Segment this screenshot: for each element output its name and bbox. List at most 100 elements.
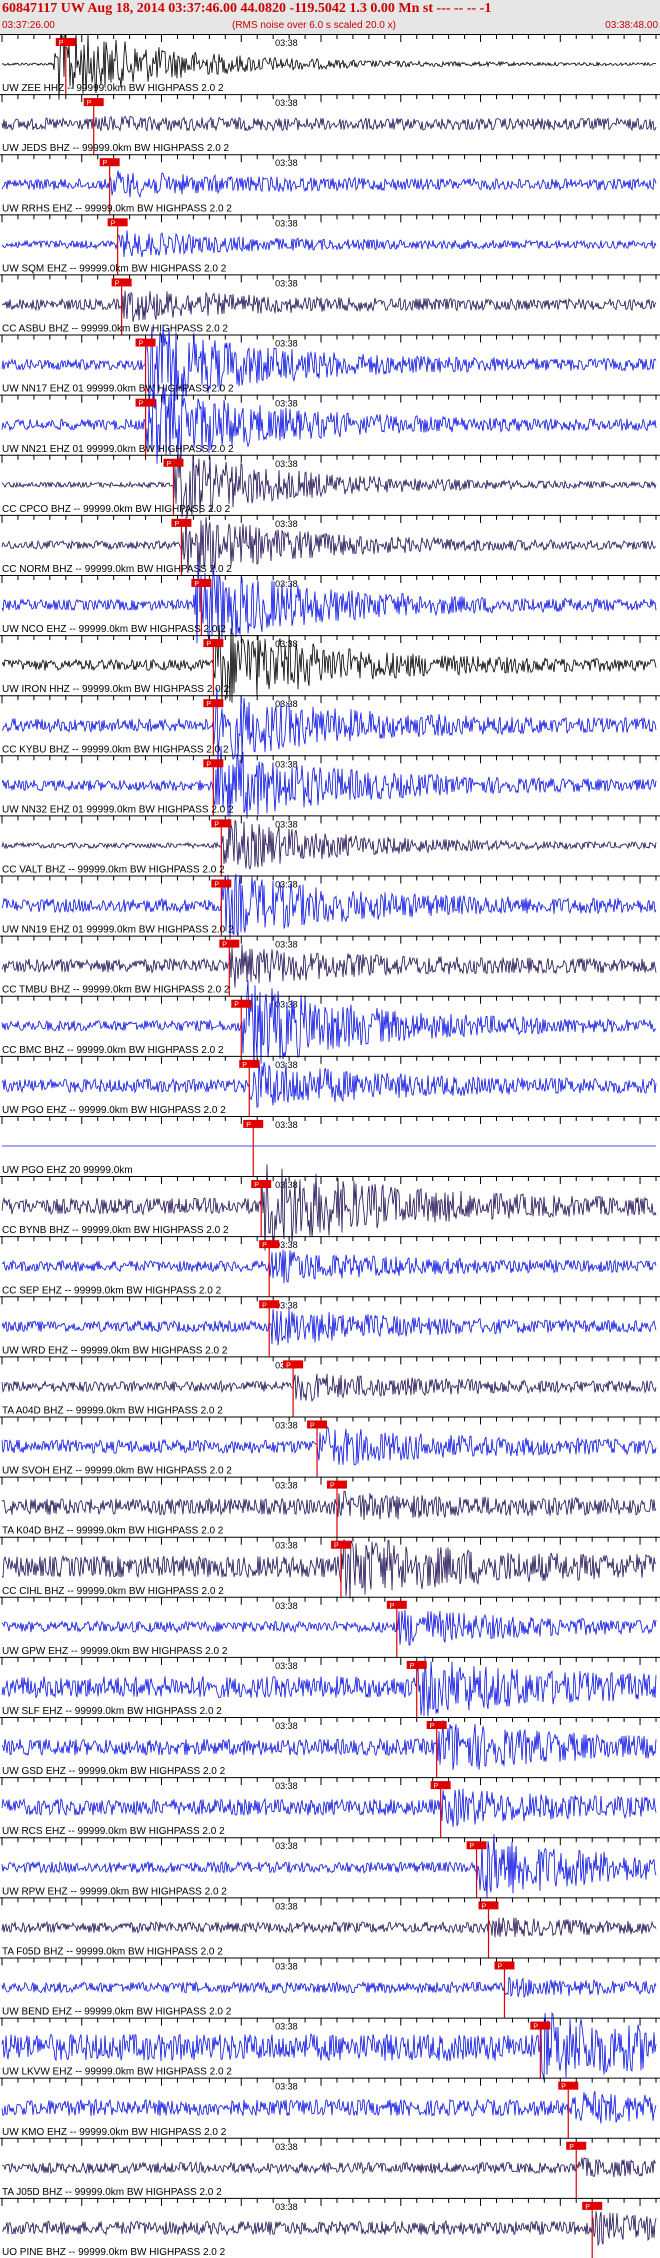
seismogram-stack: 03:38 P UW ZEE HHZ -- 99999.0km BW HIGHPAS… [0,34,660,2258]
pick-label: P [254,1182,259,1189]
pick-label: P [222,942,227,949]
trace-row: 03:38 P UW RCS EHZ -- 99999.0km BW HIGHPAS… [0,1777,660,1838]
pick-label: P [262,1242,267,1249]
pick-label: P [310,1422,315,1429]
pick-label: P [262,1302,267,1309]
station-label: UW GPW EHZ -- 99999.0km BW HIGHPASS 2.0 … [2,1646,228,1657]
station-label: UW NN32 EHZ 01 99999.0km BW HIGHPASS 2.0… [2,804,234,815]
waveform [1,1720,657,1770]
pick-label: P [286,1362,291,1369]
trace-row: 03:38 P TA J05D BHZ -- 99999.0km BW HIGHPA… [0,2137,660,2198]
pick-label: P [533,2024,538,2031]
pick-label: P [434,1783,439,1790]
pick-label: P [330,1483,335,1490]
waveform [1,230,657,258]
minute-label: 03:38 [275,98,298,108]
trace-row: 03:38PUW NN19 EHZ 01 99999.0km BW HIGHPA… [0,874,660,939]
trace-row: 03:38 P UW GPW EHZ -- 99999.0km BW HIGHPAS… [0,1596,660,1657]
pick-label: P [139,341,144,348]
minute-label: 03:38 [275,1541,298,1551]
minute-label: 03:38 [275,1841,298,1851]
minute-label: 03:38 [275,1781,298,1791]
trace-row: 03:38 P UW RRHS EHZ -- 99999.0km BW HIGHPA… [0,154,660,215]
pick-label: P [103,160,108,167]
station-label: UW WRD EHZ -- 99999.0km BW HIGHPASS 2.0 … [2,1345,228,1356]
waveform [1,1917,657,1938]
station-label: UW NN17 EHZ 01 99999.0km BW HIGHPASS 2.0… [2,384,234,395]
trace-row: 03:38PCC NORM BHZ -- 99999.0km BW HIGHPA… [0,514,660,575]
trace-row: 03:38 P CC TMBU BHZ -- 99999.0km BW HIGHPA… [0,935,660,996]
station-label: UW KMO EHZ -- 99999.0km BW HIGHPASS 2.0 … [2,2127,227,2138]
minute-label: 03:38 [275,2142,298,2152]
station-label: UW RCS EHZ -- 99999.0km BW HIGHPASS 2.0 … [2,1826,225,1837]
waveform [1,1373,657,1403]
end-time-label: 03:38:48.00 [605,20,658,31]
pick-label: P [561,2084,566,2091]
pick-label: P [334,1543,339,1550]
event-title: 60847117 UW Aug 18, 2014 03:37:46.00 44.… [2,1,492,16]
waveform [1,2211,657,2247]
trace-row: 03:38 P UW SVOH EHZ -- 99999.0km BW HIGHPA… [0,1416,660,1477]
pick-label: P [470,1843,475,1850]
station-label: TA K04D BHZ -- 99999.0km BW HIGHPASS 2.0… [2,1526,224,1537]
minute-label: 03:38 [275,1661,298,1671]
station-label: UW NCO EHZ -- 99999.0km BW HIGHPASS 2.0 … [2,624,226,635]
minute-label: 03:38 [275,2082,298,2092]
minute-label: 03:38 [275,278,298,288]
minute-label: 03:38 [275,1961,298,1971]
minute-label: 03:38 [275,1481,298,1491]
station-label: UW LKVW EHZ -- 99999.0km BW HIGHPASS 2.0… [2,2067,232,2078]
pick-label: P [214,821,219,828]
trace-row: 03:38 P UW BEND EHZ -- 99999.0km BW HIGHPA… [0,1957,660,2018]
pick-label: P [174,521,179,528]
minute-label: 03:38 [275,339,298,349]
trace-row: 03:38PUW PGO EHZ -- 99999.0km BW HIGHPAS… [0,1055,660,1116]
pick-label: P [482,1903,487,1910]
pick-label: P [206,701,211,708]
station-label: TA A04D BHZ -- 99999.0km BW HIGHPASS 2.0… [2,1405,223,1416]
minute-label: 03:38 [275,399,298,409]
station-label: UW SQM EHZ -- 99999.0km BW HIGHPASS 2.0 … [2,263,227,274]
minute-label: 03:38 [275,2202,298,2212]
minute-label: 03:38 [275,1721,298,1731]
trace-row: 03:38 P UW SQM EHZ -- 99999.0km BW HIGHPAS… [0,214,660,275]
minute-label: 03:38 [275,1120,298,1130]
pick-label: P [585,2204,590,2211]
trace-row: 03:38 P TA K04D BHZ -- 99999.0km BW HIGHPA… [0,1476,660,1537]
waveform [1,2157,657,2178]
trace-row: 03:38 P UW RPW EHZ -- 99999.0km BW HIGHPAS… [0,1834,660,1898]
minute-label: 03:38 [275,1901,298,1911]
trace-row: 03:38 P UO PINE BHZ -- 99999.0km BW HIGHPA… [0,2197,660,2258]
trace-row: 03:38 P TA F05D BHZ -- 99999.0km BW HIGHPA… [0,1897,660,1958]
minute-label: 03:38 [275,1601,298,1611]
pick-label: P [206,761,211,768]
trace-row: 03:38 P UW PGO EHZ 20 99999.0km [0,1115,660,1177]
station-label: CC ASBU BHZ -- 99999.0km BW HIGHPASS 2.0… [2,324,228,335]
trace-row: 03:38 P UW JEDS BHZ -- 99999.0km BW HIGHPA… [0,94,660,155]
pick-label: P [206,641,211,648]
station-label: TA F05D BHZ -- 99999.0km BW HIGHPASS 2.0… [2,1946,223,1957]
pick-label: P [111,220,116,227]
minute-label: 03:38 [275,1420,298,1430]
pick-label: P [139,401,144,408]
trace-row: 03:38 P UW NN21 EHZ 01 99999.0km BW HIGHPA… [0,383,660,464]
station-label: CC CIHL BHZ -- 99999.0km BW HIGHPASS 2.0… [2,1586,224,1597]
station-label: UW GSD EHZ -- 99999.0km BW HIGHPASS 2.0 … [2,1766,226,1777]
pick-label: P [242,1062,247,1069]
trace-row: 03:38PUW WRD EHZ -- 99999.0km BW HIGHPAS… [0,1296,660,1357]
trace-row: 03:38PTA A04D BHZ -- 99999.0km BW HIGHPA… [0,1356,660,1417]
station-label: UW IRON HHZ -- 99999.0km BW HIGHPASS 2.0… [2,684,230,695]
minute-label: 03:38 [275,759,298,769]
waveform [1,944,657,988]
trace-row: 03:38PCC BYNB BHZ -- 99999.0km BW HIGHPA… [0,1164,660,1251]
start-time-label: 03:37:26.00 [2,20,55,31]
trace-row: 03:38 P CC CPCO BHZ -- 99999.0km BW HIGHPA… [0,449,660,518]
pick-label: P [234,1002,239,1009]
waveform [1,1976,657,1998]
station-label: UW RRHS EHZ -- 99999.0km BW HIGHPASS 2.0… [2,203,232,214]
station-label: UW BEND EHZ -- 99999.0km BW HIGHPASS 2.0… [2,2007,232,2018]
pick-label: P [214,882,219,889]
waveform [1,115,657,132]
station-label: CC KYBU BHZ -- 99999.0km BW HIGHPASS 2.0… [2,744,229,755]
station-label: CC CPCO BHZ -- 99999.0km BW HIGHPASS 2.0… [2,504,231,515]
